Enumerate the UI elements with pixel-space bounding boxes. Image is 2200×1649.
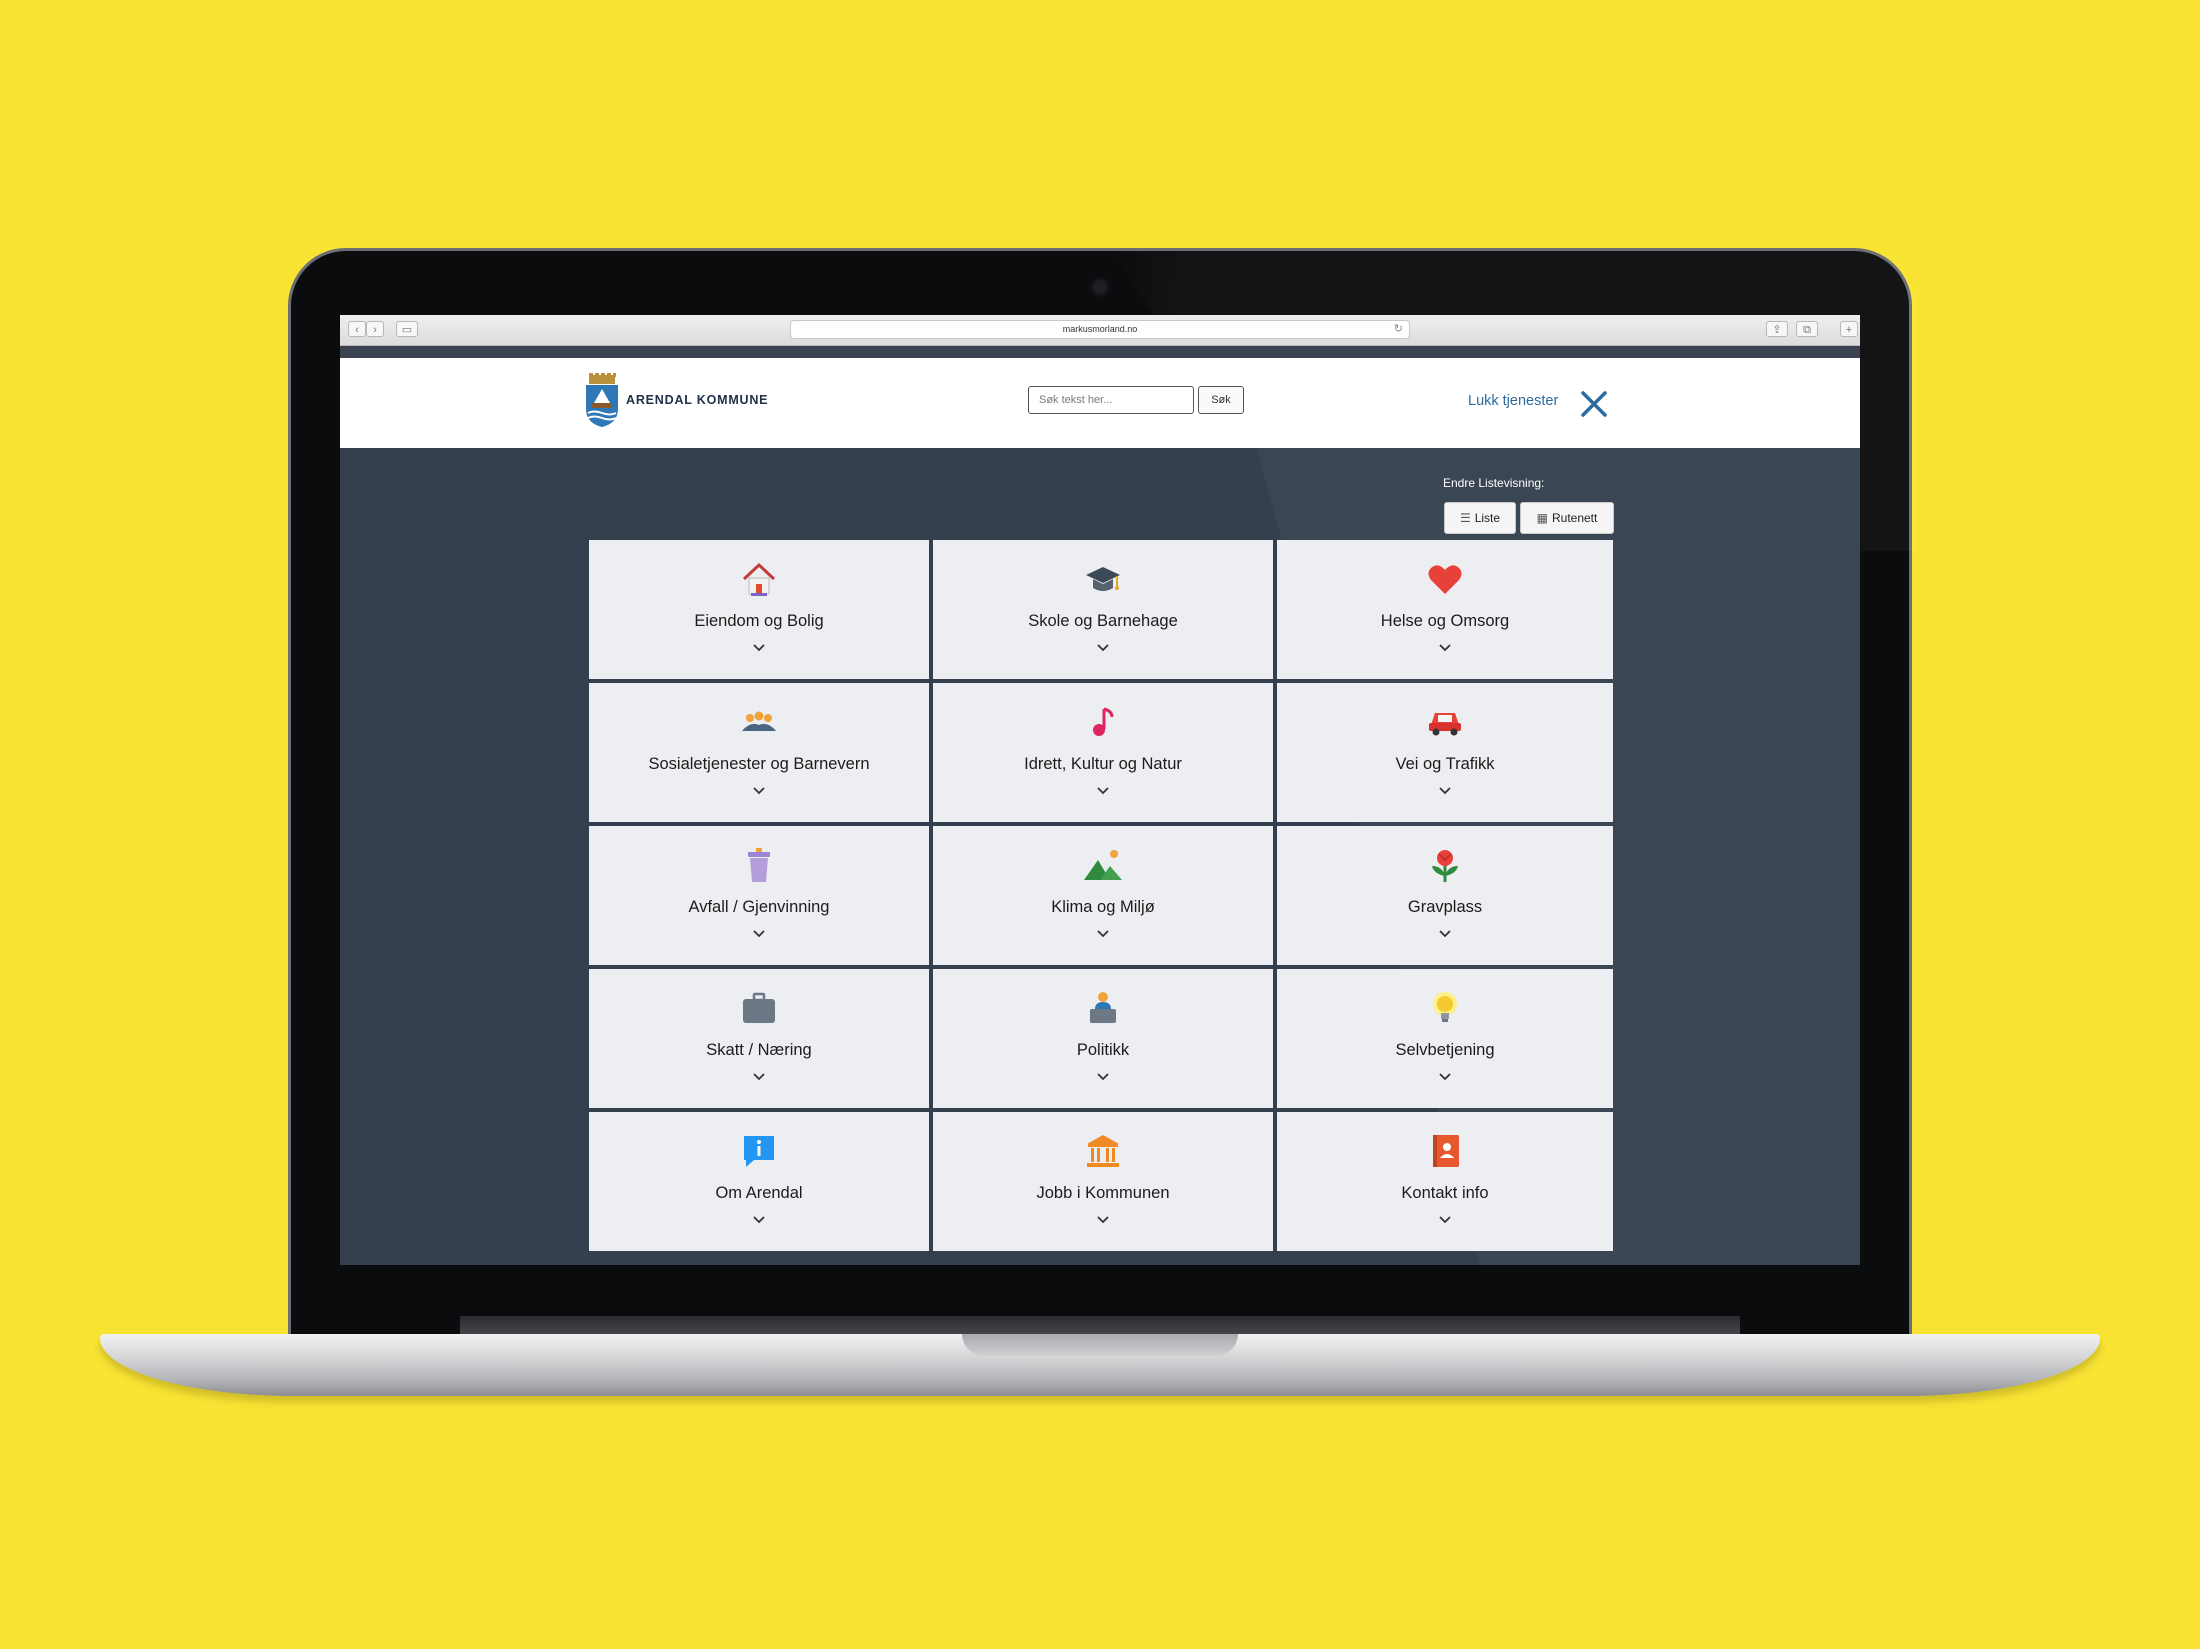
reload-icon[interactable]: ↻: [1394, 321, 1403, 338]
mountain-sun-icon: [1084, 850, 1122, 880]
search-input[interactable]: Søk tekst her...: [1028, 386, 1194, 414]
site-header: ARENDAL KOMMUNE Søk tekst her... Søk Luk…: [340, 358, 1860, 448]
tile-label: Gravplass: [1407, 898, 1483, 916]
grid-view-label: Rutenett: [1551, 511, 1598, 525]
list-view-button[interactable]: ☰ Liste: [1444, 502, 1516, 534]
address-bar[interactable]: markusmorland.no ↻: [790, 320, 1410, 339]
tile-label: Vei og Trafikk: [1395, 755, 1495, 773]
chevron-down-icon[interactable]: [752, 929, 766, 939]
service-tile[interactable]: Helse og Omsorg: [1277, 540, 1613, 679]
service-tile[interactable]: Idrett, Kultur og Natur: [933, 683, 1273, 822]
view-toggle-label: Endre Listevisning:: [1443, 476, 1545, 490]
new-tab-icon[interactable]: +: [1840, 321, 1858, 337]
chevron-down-icon[interactable]: [1096, 1215, 1110, 1225]
chevron-down-icon[interactable]: [1096, 643, 1110, 653]
service-tile[interactable]: Om Arendal: [589, 1112, 929, 1251]
service-tile[interactable]: Eiendom og Bolig: [589, 540, 929, 679]
tile-label: Politikk: [1076, 1041, 1130, 1059]
list-icon: ☰: [1459, 511, 1471, 525]
service-tile[interactable]: Vei og Trafikk: [1277, 683, 1613, 822]
car-icon: [1429, 713, 1461, 736]
chevron-down-icon[interactable]: [1438, 929, 1452, 939]
service-tile[interactable]: Sosialetjenester og Barnevern: [589, 683, 929, 822]
service-tile[interactable]: Avfall / Gjenvinning: [589, 826, 929, 965]
music-note-icon: [1093, 707, 1114, 736]
tile-label: Klima og Miljø: [1051, 898, 1155, 916]
tile-label: Selvbetjening: [1395, 1041, 1495, 1059]
tab-strip: [340, 346, 1860, 358]
chevron-down-icon[interactable]: [1096, 1072, 1110, 1082]
chevron-down-icon[interactable]: [752, 1072, 766, 1082]
chevron-down-icon[interactable]: [1438, 1215, 1452, 1225]
chevron-down-icon[interactable]: [1096, 929, 1110, 939]
tile-label: Eiendom og Bolig: [694, 612, 824, 630]
camera-icon: [1093, 280, 1107, 294]
tile-label: Sosialetjenester og Barnevern: [648, 755, 870, 773]
speaker-podium-icon: [1090, 992, 1116, 1023]
service-tile[interactable]: Politikk: [933, 969, 1273, 1108]
chevron-down-icon[interactable]: [752, 786, 766, 796]
graduation-cap-icon: [1086, 567, 1120, 591]
grid-view-button[interactable]: ▦ Rutenett: [1520, 502, 1614, 534]
service-tile[interactable]: Klima og Miljø: [933, 826, 1273, 965]
close-icon[interactable]: [1578, 388, 1610, 420]
search-button[interactable]: Søk: [1198, 386, 1244, 414]
info-bubble-icon: [744, 1136, 774, 1167]
laptop-notch: [962, 1334, 1238, 1356]
forward-icon[interactable]: ›: [366, 321, 384, 337]
service-grid: Eiendom og Bolig Skole og Barnehage Hels…: [589, 540, 1613, 1251]
tile-label: Skole og Barnehage: [1028, 612, 1178, 630]
list-view-label: Liste: [1474, 511, 1501, 525]
tabs-icon[interactable]: ⧉: [1796, 321, 1818, 337]
trash-bin-icon: [748, 848, 770, 882]
share-icon[interactable]: ⇪: [1766, 321, 1788, 337]
chevron-down-icon[interactable]: [752, 643, 766, 653]
chevron-down-icon[interactable]: [1438, 786, 1452, 796]
service-tile[interactable]: Skatt / Næring: [589, 969, 929, 1108]
screen: ‹ › ▭ markusmorland.no ↻ ⇪ ⧉ + ARENDAL K…: [340, 315, 1860, 1265]
close-services-link[interactable]: Lukk tjenester: [1468, 393, 1558, 409]
tile-label: Om Arendal: [715, 1184, 803, 1202]
flower-icon: [1432, 850, 1458, 882]
tile-label: Idrett, Kultur og Natur: [1024, 755, 1182, 773]
chevron-down-icon[interactable]: [1438, 643, 1452, 653]
lightbulb-icon: [1433, 992, 1457, 1022]
chevron-down-icon[interactable]: [752, 1215, 766, 1225]
town-hall-icon: [1087, 1135, 1119, 1167]
tile-label: Jobb i Kommunen: [1036, 1184, 1170, 1202]
people-icon: [742, 711, 776, 731]
url-text: markusmorland.no: [1062, 324, 1138, 334]
contact-book-icon: [1433, 1135, 1459, 1167]
tile-label: Helse og Omsorg: [1380, 612, 1510, 630]
heart-icon: [1428, 565, 1462, 594]
logo-text[interactable]: ARENDAL KOMMUNE: [626, 393, 768, 407]
tile-label: Skatt / Næring: [706, 1041, 812, 1059]
briefcase-icon: [743, 992, 775, 1023]
service-tile[interactable]: Jobb i Kommunen: [933, 1112, 1273, 1251]
service-tile[interactable]: Gravplass: [1277, 826, 1613, 965]
back-icon[interactable]: ‹: [348, 321, 366, 337]
chevron-down-icon[interactable]: [1438, 1072, 1452, 1082]
chevron-down-icon[interactable]: [1096, 786, 1110, 796]
service-tile[interactable]: Skole og Barnehage: [933, 540, 1273, 679]
grid-icon: ▦: [1536, 511, 1548, 525]
browser-toolbar: ‹ › ▭ markusmorland.no ↻ ⇪ ⧉ +: [340, 315, 1860, 346]
sidebar-icon[interactable]: ▭: [396, 321, 418, 337]
arendal-coat-of-arms-icon[interactable]: [584, 373, 620, 427]
service-tile[interactable]: Kontakt info: [1277, 1112, 1613, 1251]
house-icon: [742, 562, 776, 596]
laptop-hinge: [460, 1316, 1740, 1334]
tile-label: Kontakt info: [1401, 1184, 1489, 1202]
service-tile[interactable]: Selvbetjening: [1277, 969, 1613, 1108]
tile-label: Avfall / Gjenvinning: [688, 898, 830, 916]
